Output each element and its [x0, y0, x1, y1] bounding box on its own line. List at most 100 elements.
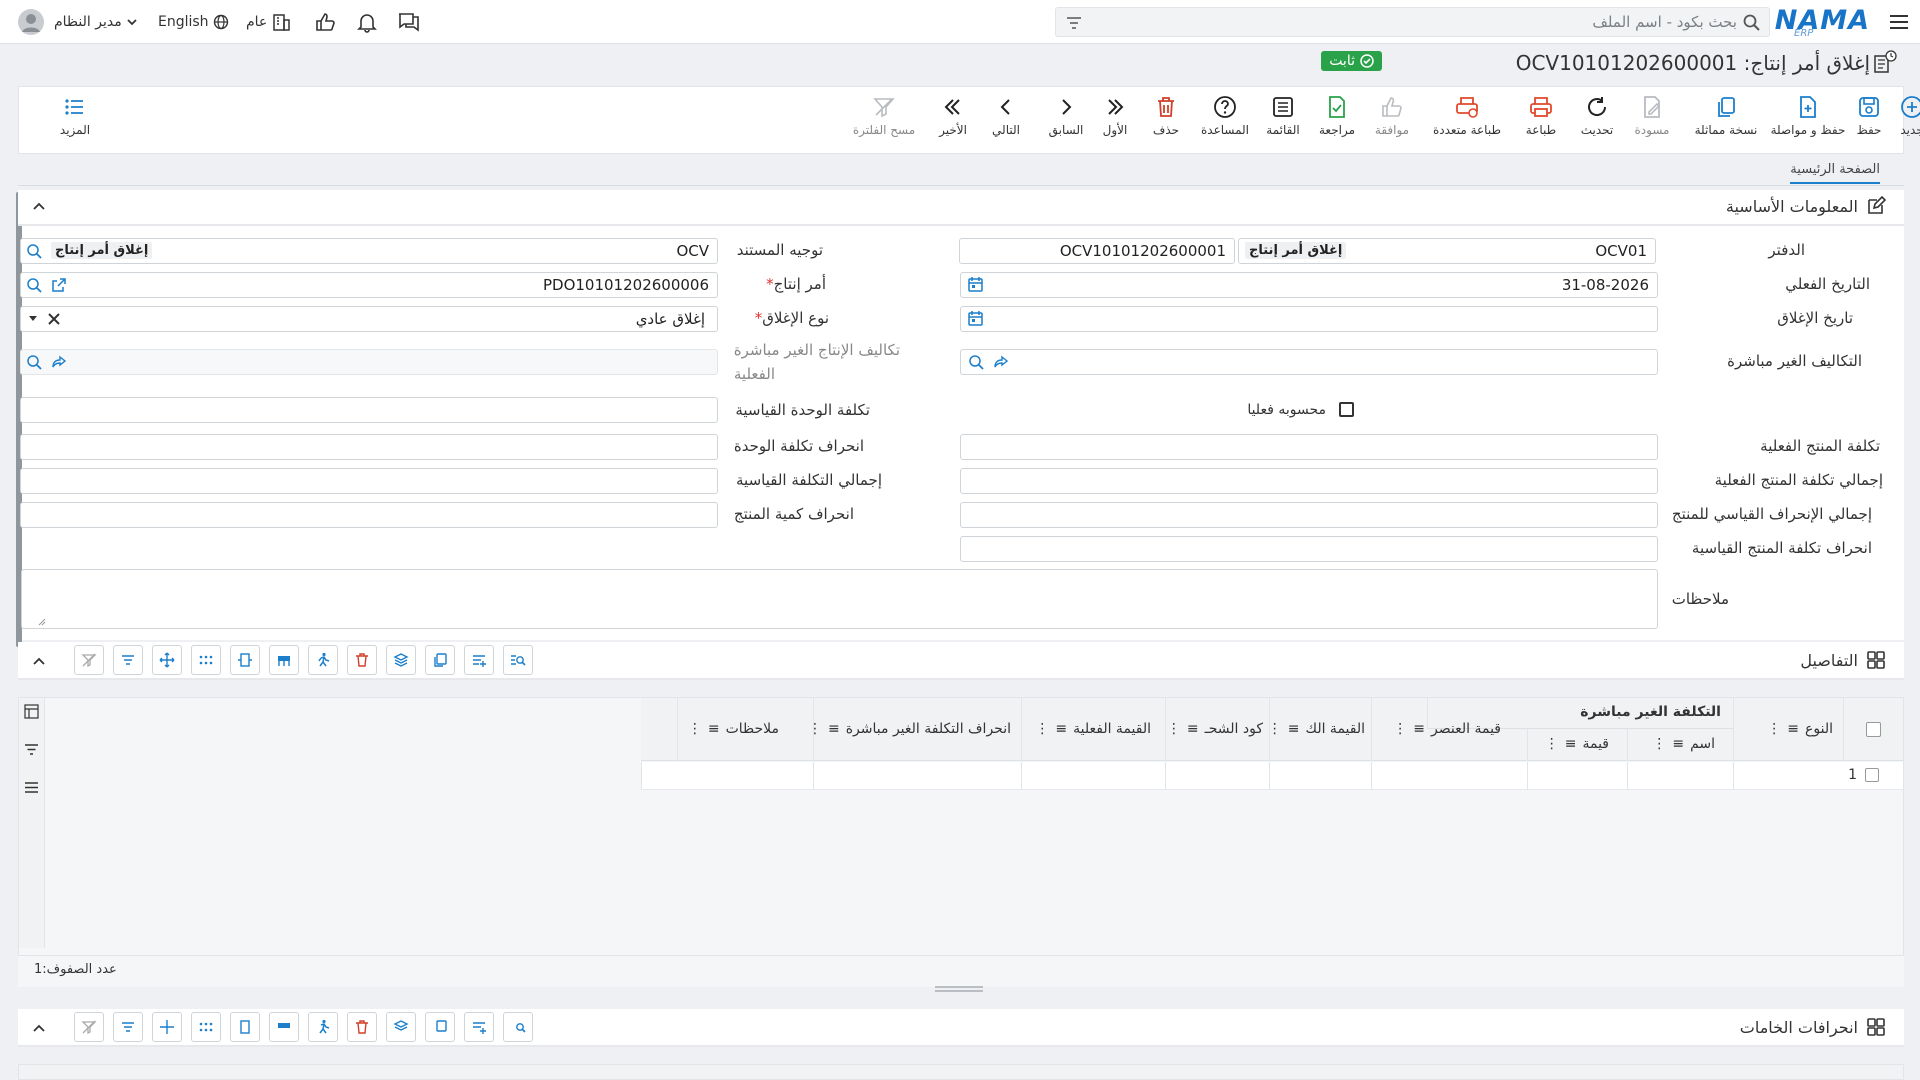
unit-cost-variance-field[interactable]	[20, 434, 718, 460]
filter-icon[interactable]	[1066, 15, 1082, 31]
apps-button[interactable]	[191, 1012, 221, 1042]
clear-filter-button[interactable]	[74, 1012, 104, 1042]
std-product-cost-variance-field[interactable]	[960, 536, 1658, 562]
filter-icon[interactable]: ≡	[1787, 721, 1799, 737]
messages-button[interactable]	[397, 0, 421, 44]
column-menu-icon[interactable]: ⋮	[1767, 721, 1781, 737]
delete-row-button[interactable]	[347, 645, 377, 675]
basic-info-header[interactable]: المعلومات الأساسية	[18, 190, 1904, 226]
col-element-value[interactable]: قيمة العنصر ≡ ⋮	[1371, 698, 1527, 761]
filter-icon[interactable]: ≡	[1413, 721, 1425, 737]
print-button[interactable]: طباعة	[1506, 95, 1576, 137]
tab-main[interactable]: الصفحة الرئيسية	[1790, 162, 1880, 184]
delete-row-button[interactable]	[347, 1012, 377, 1042]
details-header[interactable]: التفاصيل	[18, 642, 1904, 680]
total-std-cost-field[interactable]	[20, 468, 718, 494]
col-type[interactable]: النوع ≡ ⋮	[1733, 698, 1843, 761]
col-indirect-variance[interactable]: انحراف التكلفة الغير مباشرة ≡ ⋮	[808, 698, 1021, 761]
duplicate-button[interactable]: نسخة مماثلة	[1691, 95, 1761, 137]
column-menu-icon[interactable]: ⋮	[1268, 721, 1282, 737]
total-std-variance-field[interactable]	[960, 502, 1658, 528]
filter-icon[interactable]: ≡	[1565, 736, 1577, 752]
external-link-icon[interactable]	[51, 277, 67, 293]
filter-button[interactable]	[113, 645, 143, 675]
column-menu-icon[interactable]: ⋮	[1035, 721, 1049, 737]
production-order-field[interactable]: PDO10101202600006	[20, 272, 718, 298]
row-checkbox[interactable]	[1865, 768, 1879, 782]
direction-field[interactable]: OCV إغلاق أمر إنتاج	[20, 238, 718, 264]
copy-row-button[interactable]	[425, 645, 455, 675]
col-value[interactable]: قيمة ≡ ⋮	[1527, 729, 1627, 761]
merge-rows-button[interactable]	[269, 1012, 299, 1042]
menu-icon[interactable]	[1888, 11, 1910, 33]
notifications-button[interactable]	[356, 0, 378, 44]
actually-calculated-checkbox[interactable]	[1339, 402, 1354, 417]
col-shipment-code[interactable]: كود الشحـ ≡ ⋮	[1165, 698, 1269, 761]
column-menu-icon[interactable]: ⋮	[1167, 721, 1181, 737]
search-box[interactable]: بحث بكود - اسم الملف	[1055, 7, 1770, 37]
select-all-checkbox[interactable]	[1866, 722, 1881, 737]
filter-button[interactable]	[113, 1012, 143, 1042]
search-rows-button[interactable]	[503, 645, 533, 675]
filter-icon[interactable]: ≡	[1288, 721, 1300, 737]
general-company[interactable]: عام	[246, 0, 291, 44]
table-settings-icon[interactable]	[24, 704, 39, 719]
language-switch[interactable]: English	[158, 0, 229, 44]
save-continue-button[interactable]: حفظ و مواصلة	[1771, 95, 1845, 137]
apps-button[interactable]	[191, 645, 221, 675]
share-icon[interactable]	[51, 354, 67, 370]
column-menu-icon[interactable]: ⋮	[1393, 721, 1407, 737]
close-type-select[interactable]: إغلاق عادي	[20, 306, 718, 332]
clear-icon[interactable]	[47, 312, 61, 326]
resize-splitter[interactable]	[935, 985, 983, 993]
actual-indirect-field[interactable]	[20, 349, 718, 375]
share-icon[interactable]	[993, 354, 1009, 370]
move-button[interactable]	[152, 645, 182, 675]
user-menu[interactable]: مدير النظام	[12, 0, 138, 44]
chevron-up-icon[interactable]	[32, 1021, 46, 1035]
search-icon[interactable]	[25, 276, 43, 294]
layers-button[interactable]	[386, 645, 416, 675]
add-row-button[interactable]	[464, 1012, 494, 1042]
notes-textarea[interactable]	[21, 569, 1658, 629]
actual-date-field[interactable]: 31-08-2026	[960, 272, 1658, 298]
total-actual-product-cost-field[interactable]	[960, 468, 1658, 494]
copy-row-button[interactable]	[425, 1012, 455, 1042]
run-button[interactable]	[308, 645, 338, 675]
previous-button[interactable]: السابق	[1031, 95, 1101, 137]
book-field[interactable]: OCV01 إغلاق أمر إنتاج	[1219, 238, 1656, 264]
clear-filter-button[interactable]	[74, 645, 104, 675]
filter-icon[interactable]: ≡	[708, 721, 720, 737]
search-icon[interactable]	[967, 353, 985, 371]
search-rows-button[interactable]	[503, 1012, 533, 1042]
search-input[interactable]: بحث بكود - اسم الملف	[1592, 13, 1737, 31]
caret-down-icon[interactable]	[28, 313, 38, 323]
calendar-icon[interactable]	[967, 276, 984, 293]
calendar-icon[interactable]	[967, 310, 984, 327]
multi-print-button[interactable]: طباعة متعددة	[1432, 95, 1502, 137]
resize-handle-icon[interactable]	[38, 618, 46, 626]
column-width-button[interactable]	[230, 645, 260, 675]
col-name[interactable]: اسم ≡ ⋮	[1627, 729, 1733, 761]
filter-icon[interactable]: ≡	[1055, 721, 1067, 737]
layers-button[interactable]	[386, 1012, 416, 1042]
col-total-value[interactable]: القيمة الك ≡ ⋮	[1268, 698, 1371, 761]
column-width-button[interactable]	[230, 1012, 260, 1042]
col-actual-value[interactable]: القيمة الفعلية ≡ ⋮	[1021, 698, 1165, 761]
table-row[interactable]: 1	[641, 762, 1903, 790]
chevron-up-icon[interactable]	[32, 199, 46, 213]
doc-code-field[interactable]: OCV10101202600001	[959, 238, 1235, 264]
last-button[interactable]: الأخير	[918, 95, 988, 137]
search-icon[interactable]	[25, 242, 43, 260]
column-menu-icon[interactable]: ⋮	[688, 721, 702, 737]
materials-header[interactable]: انحرافات الخامات	[18, 1009, 1904, 1047]
col-notes[interactable]: ملاحظات ≡ ⋮	[677, 698, 813, 761]
filter-icon[interactable]: ≡	[1672, 736, 1684, 752]
more-button[interactable]: المزيد	[40, 95, 110, 137]
column-menu-icon[interactable]: ⋮	[1545, 736, 1559, 752]
std-unit-cost-field[interactable]	[20, 397, 718, 423]
add-row-button[interactable]	[464, 645, 494, 675]
indirect-costs-field[interactable]	[960, 349, 1658, 375]
run-button[interactable]	[308, 1012, 338, 1042]
search-icon[interactable]	[25, 353, 43, 371]
